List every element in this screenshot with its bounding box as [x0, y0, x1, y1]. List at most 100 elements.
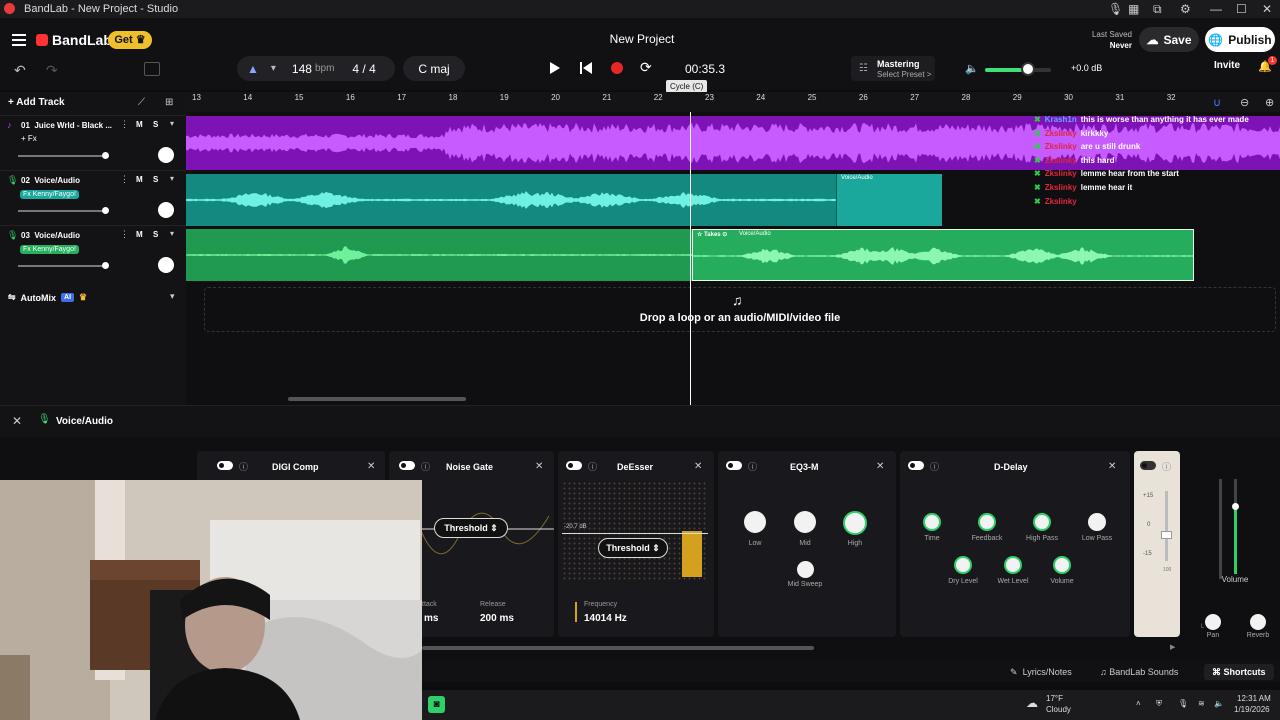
more-icon[interactable]: ⋮ — [120, 229, 129, 240]
plugin-toggle[interactable] — [908, 461, 924, 470]
scroll-right-icon[interactable]: ▶ — [1170, 643, 1175, 651]
pip-icon[interactable]: ⧉ — [1153, 2, 1162, 17]
redo-icon[interactable]: ↷ — [46, 62, 58, 79]
delay-feedback-knob[interactable] — [978, 513, 996, 531]
solo-button[interactable]: S — [153, 175, 158, 184]
solo-button[interactable]: S — [153, 230, 158, 239]
volume-icon[interactable]: 🔈 — [1214, 699, 1224, 708]
deesser-threshold[interactable]: Threshold ⇕ — [598, 538, 668, 558]
fit-icon[interactable]: ⊞ — [165, 97, 173, 108]
frequency-value[interactable]: 14014 Hz — [584, 613, 627, 624]
remove-plugin-icon[interactable]: ✕ — [694, 461, 702, 472]
wifi-icon[interactable]: ≋ — [1198, 699, 1205, 708]
arrange-view[interactable]: Voice/Audio ☆ Takes ⊙ Voice/Audio ✖ Krash… — [186, 112, 1280, 405]
project-title[interactable]: New Project — [580, 32, 704, 46]
grid-icon[interactable]: ▦ — [1128, 2, 1139, 16]
shortcuts-button[interactable]: ⌘ Shortcuts — [1204, 664, 1274, 680]
fx-scrollbar[interactable] — [422, 646, 814, 650]
region-track-3-a[interactable] — [186, 229, 692, 281]
more-icon[interactable]: ⋮ — [120, 119, 129, 130]
taskbar-app-icon[interactable]: ◙ — [428, 696, 445, 713]
minimize-icon[interactable]: — — [1210, 2, 1222, 16]
key-selector[interactable]: C maj — [403, 56, 465, 81]
maximize-icon[interactable]: ☐ — [1236, 2, 1247, 16]
chevron-down-icon[interactable]: ▾ — [170, 174, 174, 183]
info-icon[interactable]: ⓘ — [748, 460, 757, 473]
add-fx-button[interactable]: + Fx — [21, 134, 37, 143]
automix-row[interactable]: ⇋ AutoMix AI ♛ — [8, 292, 87, 303]
mic-icon[interactable]: 🎙 — [1178, 699, 1188, 708]
remove-plugin-icon[interactable]: ✕ — [876, 461, 884, 472]
fader-track[interactable] — [1165, 491, 1168, 561]
publish-button[interactable]: 🌐 Publish — [1205, 27, 1275, 52]
mastering-selector[interactable]: ☷ Mastering Select Preset > — [851, 56, 935, 81]
region-track-3-takes[interactable]: ☆ Takes ⊙ Voice/Audio — [692, 229, 1194, 281]
time-signature[interactable]: 4 / 4 — [352, 62, 375, 76]
remove-plugin-icon[interactable]: ✕ — [367, 461, 375, 472]
info-icon[interactable]: ⓘ — [239, 460, 248, 473]
delay-high-pass-knob[interactable] — [1033, 513, 1051, 531]
playhead[interactable] — [690, 112, 691, 405]
magic-tool-icon[interactable]: ⟋ — [138, 97, 145, 108]
eq-high-knob[interactable] — [843, 511, 867, 535]
region-track-2-b[interactable]: Voice/Audio — [836, 174, 942, 226]
eq-mid-knob[interactable] — [794, 511, 816, 533]
save-button[interactable]: ☁ Save — [1139, 27, 1199, 52]
fx-preset-badge[interactable]: Fx Kenny/Faygo! — [20, 245, 79, 254]
zoom-in-icon[interactable]: ⊕ — [1265, 96, 1274, 109]
reverb-knob[interactable] — [1250, 614, 1266, 630]
mute-button[interactable]: M — [136, 175, 143, 184]
menu-icon[interactable] — [12, 34, 26, 49]
snap-magnet-icon[interactable]: ∪ — [1213, 96, 1221, 109]
delay-low-pass-knob[interactable] — [1088, 513, 1106, 531]
pan-knob[interactable] — [158, 147, 174, 163]
plugin-toggle[interactable] — [726, 461, 742, 470]
release-value[interactable]: 200 ms — [480, 613, 514, 624]
chevron-down-icon[interactable]: ▾ — [170, 229, 174, 238]
track-volume-handle[interactable] — [102, 262, 109, 269]
track-volume-slider[interactable] — [18, 155, 104, 157]
play-icon[interactable] — [550, 62, 560, 74]
mic-icon[interactable]: 🎙 — [1108, 2, 1123, 16]
lyrics-notes-button[interactable]: ✎ Lyrics/Notes — [1010, 664, 1072, 680]
close-panel-icon[interactable]: ✕ — [12, 414, 22, 428]
plugin-toggle[interactable] — [1140, 461, 1156, 470]
pan-knob[interactable] — [158, 202, 174, 218]
pan-knob[interactable] — [158, 257, 174, 273]
invite-button[interactable]: Invite — [1207, 60, 1247, 71]
solo-button[interactable]: S — [153, 120, 158, 129]
weather-icon[interactable]: ☁ — [1026, 696, 1038, 710]
more-icon[interactable]: ⋮ — [120, 174, 129, 185]
info-icon[interactable]: ⓘ — [421, 460, 430, 473]
undo-icon[interactable]: ↶ — [14, 62, 26, 79]
master-volume-handle[interactable] — [1021, 62, 1035, 76]
plugin-toggle[interactable] — [566, 461, 582, 470]
remove-plugin-icon[interactable]: ✕ — [535, 461, 543, 472]
pan-knob[interactable] — [1205, 614, 1221, 630]
delay-dry-level-knob[interactable] — [954, 556, 972, 574]
volume-fader-handle[interactable] — [1232, 503, 1239, 510]
extension-icon[interactable]: ⚙ — [1180, 2, 1191, 16]
plugin-toggle[interactable] — [217, 461, 233, 470]
noise-gate-threshold[interactable]: Threshold ⇕ — [434, 518, 508, 538]
delay-volume-knob[interactable] — [1053, 556, 1071, 574]
info-icon[interactable]: ⓘ — [930, 460, 939, 473]
bandlab-logo[interactable]: BandLab — [36, 32, 112, 48]
cycle-icon[interactable]: ⟳ — [640, 59, 652, 76]
fx-preset-badge[interactable]: Fx Kenny/Faygo! — [20, 190, 79, 199]
mute-button[interactable]: M — [136, 230, 143, 239]
plugin-toggle[interactable] — [399, 461, 415, 470]
mute-button[interactable]: M — [136, 120, 143, 129]
skip-back-icon[interactable] — [580, 62, 594, 74]
chevron-up-icon[interactable]: ˄ — [1136, 699, 1141, 708]
keyboard-icon[interactable] — [144, 62, 160, 76]
zoom-out-icon[interactable]: ⊖ — [1240, 96, 1249, 109]
track-header-2[interactable]: 🎙 02 Voice/Audio ⋮ M S ▾ Fx Kenny/Faygo! — [0, 170, 186, 224]
delay-wet-level-knob[interactable] — [1004, 556, 1022, 574]
bpm-value[interactable]: 148 — [292, 62, 312, 76]
chevron-down-icon[interactable]: ▾ — [170, 119, 174, 128]
region-track-2[interactable] — [186, 174, 942, 226]
track-volume-slider[interactable] — [18, 210, 104, 212]
track-volume-handle[interactable] — [102, 152, 109, 159]
track-header-1[interactable]: ♪ 01 Juice Wrld - Black ... ⋮ M S ▾ + Fx — [0, 115, 186, 169]
